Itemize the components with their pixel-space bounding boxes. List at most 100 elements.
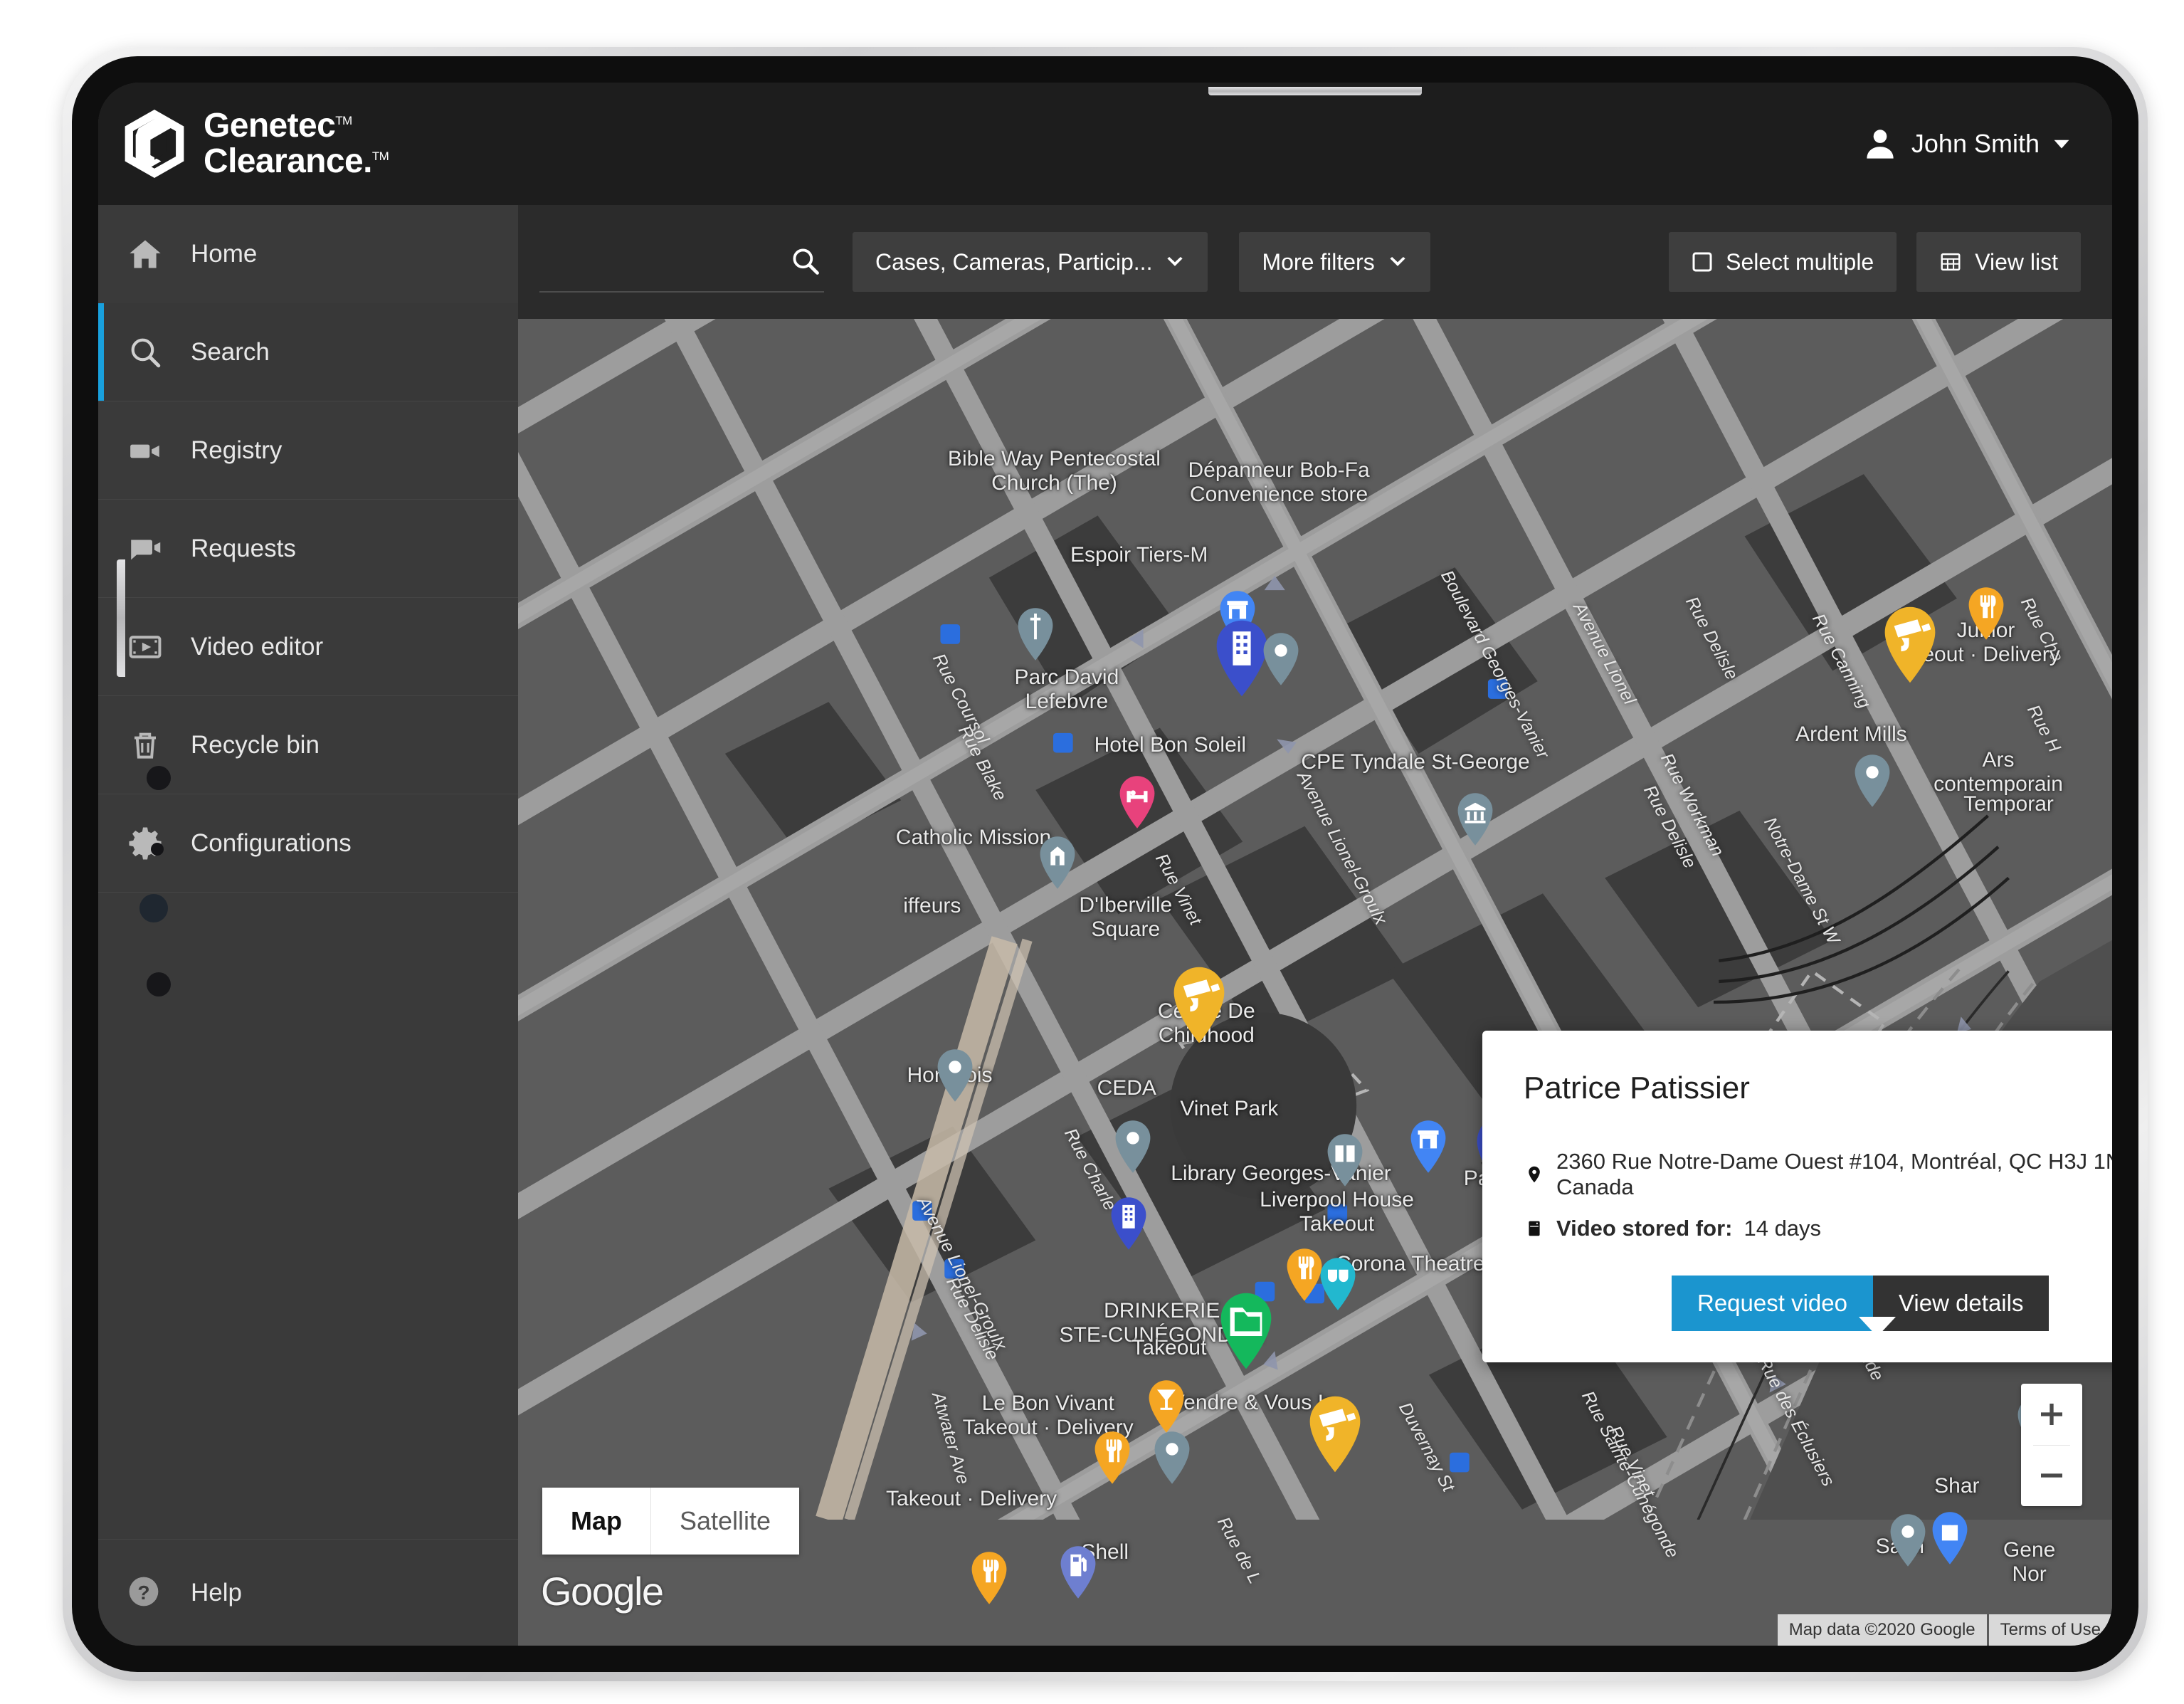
pin-icon (1112, 1119, 1154, 1174)
popup-title: Patrice Patissier (1524, 1071, 2112, 1106)
more-filters-label: More filters (1262, 249, 1374, 275)
map-place-label: D'IbervilleSquare (1079, 893, 1172, 942)
pin-icon (1216, 1291, 1276, 1371)
popup-storage-label: Video stored for: (1556, 1216, 1732, 1241)
map-pin-folder[interactable] (1216, 1291, 1276, 1371)
map-place-name: Shar (1934, 1474, 1979, 1498)
pin-icon (1260, 631, 1302, 687)
popup-storage-value: 14 days (1743, 1216, 1821, 1241)
pin-icon (1305, 1394, 1365, 1474)
map-place-label: Takeout (1131, 1336, 1206, 1360)
map-place-name: CPE Tyndale St-George (1301, 750, 1529, 774)
map-pin-food[interactable] (1092, 1430, 1133, 1485)
map-pin-dot[interactable] (1852, 753, 1893, 809)
map-pin-camera[interactable] (1305, 1394, 1365, 1474)
map-pin-dot[interactable] (934, 1048, 976, 1103)
checkbox-empty-icon (1692, 251, 1713, 273)
brand-logo[interactable]: GenetecTM Clearance.TM (121, 108, 389, 179)
sidebar-item-search[interactable]: Search (98, 303, 518, 401)
map-place-name: Espoir Tiers-M (1070, 543, 1208, 567)
tablet-device-frame: GenetecTM Clearance.TM John Smith (63, 47, 2148, 1681)
view-list-button[interactable]: View list (1916, 232, 2081, 292)
sidebar-label-search: Search (191, 338, 270, 367)
pin-icon (1966, 586, 2007, 641)
map-place-name: Ardent Mills (1795, 722, 1907, 747)
map-data-attribution: Map data ©2020 Google (1778, 1614, 1987, 1646)
select-multiple-button[interactable]: Select multiple (1669, 232, 1897, 292)
map-overlay: Rue CoursolRue BlakeRue VinetRue Delisle… (518, 319, 2112, 1646)
map-street-label: Notre-Dame St W (1759, 814, 1843, 947)
device-screen: GenetecTM Clearance.TM John Smith (98, 83, 2112, 1646)
sidebar-item-requests[interactable]: Requests (98, 500, 518, 598)
map-pin-camera[interactable] (1169, 965, 1229, 1045)
map-pin-store[interactable] (1408, 1119, 1449, 1174)
map-pin-hotel[interactable] (1117, 774, 1158, 830)
map-pin-bag[interactable] (1929, 1510, 1971, 1566)
map-pin-dot[interactable] (1112, 1119, 1154, 1174)
popup-address-row: 2360 Rue Notre-Dame Ouest #104, Montréal… (1524, 1149, 2112, 1200)
user-menu[interactable]: John Smith (1862, 125, 2071, 162)
map-pin-theatre[interactable] (1317, 1256, 1359, 1312)
map-pin-worship[interactable] (1037, 835, 1078, 890)
map-pin-dot[interactable] (1260, 631, 1302, 687)
map-pin-food[interactable] (969, 1550, 1010, 1606)
search-icon[interactable] (790, 246, 821, 277)
map-street-label: Avenue Lionel (1569, 599, 1640, 708)
request-video-button[interactable]: Request video (1672, 1276, 1873, 1331)
pin-icon (1852, 753, 1893, 809)
map-pin-building[interactable] (1108, 1196, 1149, 1251)
map-type-map-button[interactable]: Map (542, 1488, 651, 1555)
map-street-label: Rue des Éclusiers (1753, 1354, 1839, 1490)
map-pin-dot[interactable] (1151, 1430, 1193, 1485)
power-button[interactable] (1208, 87, 1422, 95)
sidebar-label-requests: Requests (191, 535, 296, 563)
map-place-label: Hotel Bon Soleil (1094, 733, 1246, 757)
map-street-label: Boulevard Georges-Vanier (1436, 567, 1553, 762)
map-place-label: Takeout · Delivery (886, 1487, 1057, 1511)
map-pin-museum[interactable] (1455, 791, 1496, 847)
terms-of-use-link[interactable]: Terms of Use (1989, 1614, 2112, 1646)
map-place-name: CEDA (1097, 1076, 1156, 1100)
pin-icon (1092, 1430, 1133, 1485)
sidebar-item-home[interactable]: Home (98, 205, 518, 303)
sidebar-item-help[interactable]: ? Help (98, 1539, 518, 1646)
sidebar-item-registry[interactable]: Registry (98, 401, 518, 500)
device-camera (139, 894, 168, 922)
zoom-out-button[interactable] (2021, 1446, 2082, 1507)
map-type-satellite-button[interactable]: Satellite (651, 1488, 799, 1555)
pin-icon (1037, 835, 1078, 890)
zoom-in-button[interactable] (2021, 1384, 2082, 1445)
genetec-logo-icon (121, 108, 188, 179)
map-pin-fuel[interactable] (1057, 1545, 1099, 1600)
map-pin-church[interactable] (1015, 606, 1056, 662)
map-street-label: Rue Vinet (1604, 1422, 1659, 1500)
more-filters-button[interactable]: More filters (1239, 232, 1430, 292)
map-place-name: Vinet Park (1180, 1097, 1278, 1121)
grid-list-icon (1939, 251, 1962, 273)
map-place-name: Le Bon Vivant (963, 1392, 1134, 1416)
map-street-label: Rue Delisle (941, 1273, 1003, 1363)
map-street-label: Rue Cha (2016, 594, 2067, 666)
pin-icon (1408, 1119, 1449, 1174)
map-place-label: CEDA (1097, 1076, 1156, 1100)
map-pin-dot[interactable] (1887, 1513, 1929, 1568)
question-circle-icon: ? (125, 1573, 165, 1613)
volume-button[interactable] (117, 559, 125, 677)
view-details-button[interactable]: View details (1873, 1276, 2050, 1331)
map-viewport[interactable]: Rue CoursolRue BlakeRue VinetRue Delisle… (518, 319, 2112, 1646)
search-input[interactable] (539, 231, 824, 291)
map-street-label: Rue Delisle (1681, 593, 1742, 683)
map-place-name: Takeout · Delivery (886, 1487, 1057, 1511)
app-body: Home Search Registry (98, 205, 2112, 1646)
map-pin-food[interactable] (1966, 586, 2007, 641)
map-place-sublabel: Nor (2003, 1562, 2055, 1587)
map-pin-camera[interactable] (1880, 605, 1940, 685)
map-pin-bar[interactable] (1146, 1379, 1187, 1434)
sidebar-item-video-editor[interactable]: Video editor (98, 598, 518, 696)
app-header: GenetecTM Clearance.TM John Smith (98, 83, 2112, 205)
map-pin-book[interactable] (1324, 1132, 1366, 1188)
pin-icon (1151, 1430, 1193, 1485)
pin-icon (1887, 1513, 1929, 1568)
entity-filter-dropdown[interactable]: Cases, Cameras, Particip... (853, 232, 1208, 292)
user-avatar-icon (1862, 125, 1899, 162)
